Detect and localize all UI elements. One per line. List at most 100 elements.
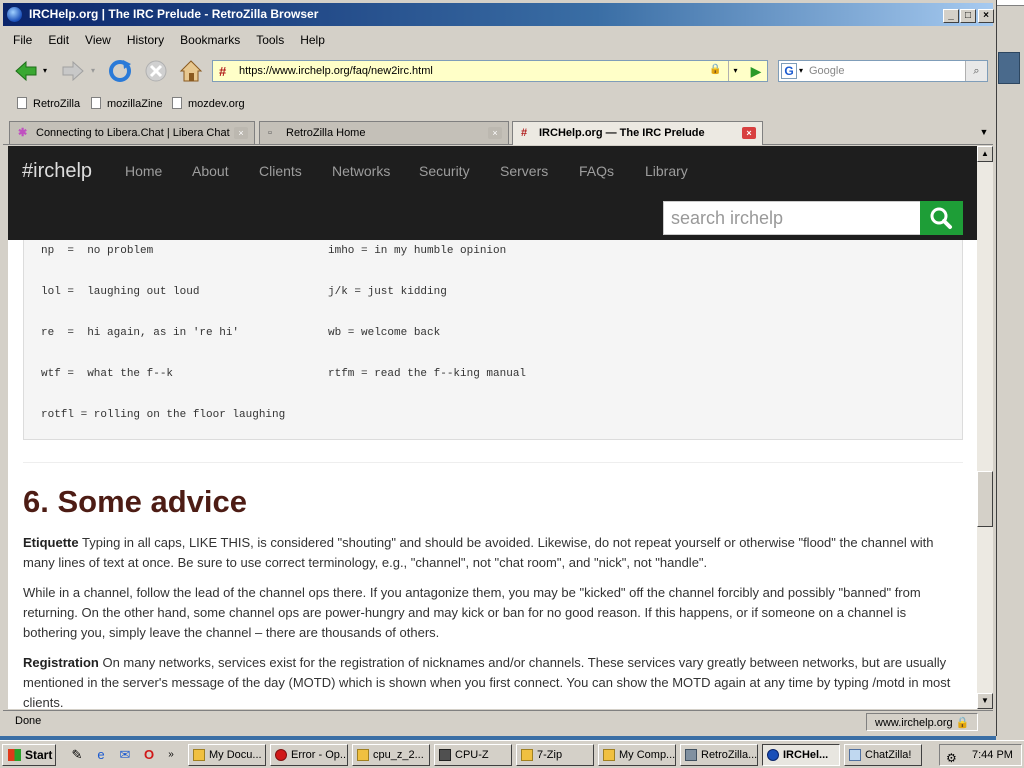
nav-home[interactable]: Home (125, 163, 162, 179)
bookmark-label: mozillaZine (107, 98, 163, 110)
site-search-input[interactable]: search irchelp (663, 201, 921, 235)
folder-icon (193, 749, 205, 761)
tab-close-icon[interactable]: × (234, 127, 248, 139)
tab-favicon: ✱ (18, 127, 28, 139)
taskbar-label: My Docu... (209, 749, 262, 761)
nav-networks[interactable]: Networks (332, 163, 390, 179)
tab-retrozilla-home[interactable]: ▫ RetroZilla Home × (259, 121, 509, 144)
engine-dropdown-icon[interactable]: ▾ (799, 66, 803, 75)
start-button[interactable]: Start (2, 744, 56, 766)
acronym-right: rtfm = read the f--king manual (328, 368, 527, 380)
minimize-button[interactable]: _ (943, 9, 959, 23)
menu-file[interactable]: File (3, 29, 38, 47)
acronym-left: wtf = what the f--k (41, 368, 174, 380)
stop-icon[interactable] (143, 58, 169, 84)
taskbar-item-cpu-z-folder[interactable]: cpu_z_2... (352, 744, 430, 766)
menu-bookmarks[interactable]: Bookmarks (170, 29, 246, 47)
tray-app-icon[interactable]: ⚙ (946, 748, 957, 768)
tab-close-icon[interactable]: × (742, 127, 756, 139)
acronym-left: rotfl = rolling on the floor laughing (41, 409, 286, 421)
search-bar[interactable]: G ▾ Google ⌕ (778, 60, 988, 82)
nav-library[interactable]: Library (645, 163, 688, 179)
taskbar-item-irchelp[interactable]: IRCHel... (762, 744, 840, 766)
status-text: Done (15, 715, 42, 727)
acronym-left: np = no problem (41, 245, 154, 257)
reload-icon[interactable] (107, 58, 133, 84)
home-icon[interactable] (178, 58, 204, 84)
site-search-button[interactable] (920, 201, 963, 235)
url-dropdown-icon[interactable]: ▾ (728, 61, 742, 81)
quicklaunch-more-icon[interactable]: » (162, 746, 180, 764)
bookmark-mozdev[interactable]: mozdev.org (172, 97, 245, 110)
taskbar-item-7zip[interactable]: 7-Zip (516, 744, 594, 766)
bookmark-mozillazine[interactable]: mozillaZine (91, 97, 163, 110)
registration-paragraph: Registration On many networks, services … (23, 653, 963, 709)
taskbar-label: IRCHel... (783, 749, 829, 761)
folder-icon (603, 749, 615, 761)
nav-about[interactable]: About (192, 163, 229, 179)
menu-edit[interactable]: Edit (38, 29, 75, 47)
taskbar-item-cpu-z[interactable]: CPU-Z (434, 744, 512, 766)
site-logo[interactable]: #irchelp (22, 160, 92, 183)
clock[interactable]: 7:44 PM (972, 745, 1013, 765)
menu-tools[interactable]: Tools (246, 29, 290, 47)
forward-dropdown-icon[interactable]: ▾ (91, 66, 95, 75)
folder-icon (357, 749, 369, 761)
vertical-scrollbar[interactable]: ▲ ▼ (977, 146, 993, 709)
page-content: #irchelp Home About Clients Networks Sec… (8, 146, 977, 709)
show-desktop-icon[interactable]: ✎ (68, 746, 86, 764)
etiquette-label: Etiquette (23, 535, 79, 550)
back-arrow-icon[interactable] (13, 58, 39, 84)
tab-close-icon[interactable]: × (488, 127, 502, 139)
magnifier-icon (930, 207, 952, 229)
taskbar-label: 7-Zip (537, 749, 563, 761)
acronym-right: imho = in my humble opinion (328, 245, 507, 257)
menu-view[interactable]: View (75, 29, 117, 47)
site-favicon: # (219, 64, 227, 79)
desktop-edge (996, 0, 1024, 740)
menu-history[interactable]: History (117, 29, 170, 47)
menu-help[interactable]: Help (290, 29, 331, 47)
scroll-thumb[interactable] (977, 471, 993, 527)
search-icon[interactable]: ⌕ (965, 61, 987, 81)
google-engine-icon[interactable]: G (781, 63, 797, 79)
site-search-placeholder: search irchelp (671, 208, 784, 228)
close-button[interactable]: × (978, 9, 994, 23)
tab-list-dropdown-icon[interactable]: ▼ (975, 122, 993, 142)
taskbar-item-my-documents[interactable]: My Docu... (188, 744, 266, 766)
bookmark-label: RetroZilla (33, 98, 81, 110)
nav-servers[interactable]: Servers (500, 163, 548, 179)
taskbar-item-my-computer[interactable]: My Comp... (598, 744, 676, 766)
back-dropdown-icon[interactable]: ▾ (43, 66, 47, 75)
tab-label: RetroZilla Home (286, 127, 366, 139)
scroll-up-icon[interactable]: ▲ (977, 146, 993, 162)
search-placeholder[interactable]: Google (809, 65, 844, 77)
address-bar[interactable]: # https://www.irchelp.org/faq/new2irc.ht… (212, 60, 768, 82)
title-bar[interactable]: IRCHelp.org | The IRC Prelude - RetroZil… (3, 3, 994, 26)
taskbar-item-retrozilla[interactable]: RetroZilla... (680, 744, 758, 766)
bookmarks-toolbar: RetroZilla mozillaZine mozdev.org (3, 93, 993, 115)
tab-libera-chat[interactable]: ✱ Connecting to Libera.Chat | Libera Cha… (9, 121, 255, 144)
cpu-icon (439, 749, 451, 761)
opera-icon[interactable]: O (140, 746, 158, 764)
nav-faqs[interactable]: FAQs (579, 163, 614, 179)
taskbar-item-error-opera[interactable]: Error - Op... (270, 744, 348, 766)
scroll-down-icon[interactable]: ▼ (977, 693, 993, 709)
desktop-icon[interactable] (998, 52, 1020, 84)
bookmark-retrozilla[interactable]: RetroZilla (17, 97, 80, 110)
tab-label: Connecting to Libera.Chat | Libera Chat (36, 127, 230, 139)
taskbar-item-chatzilla[interactable]: ChatZilla! (844, 744, 922, 766)
chatzilla-icon (849, 749, 861, 761)
internet-explorer-icon[interactable]: e (92, 746, 110, 764)
channel-ops-paragraph: While in a channel, follow the lead of t… (23, 585, 921, 640)
outlook-express-icon[interactable]: ✉ (116, 746, 134, 764)
nav-security[interactable]: Security (419, 163, 470, 179)
url-text[interactable]: https://www.irchelp.org/faq/new2irc.html (239, 65, 433, 77)
maximize-button[interactable]: □ (960, 9, 976, 23)
nav-clients[interactable]: Clients (259, 163, 302, 179)
go-arrow-icon[interactable]: ▶ (745, 60, 767, 82)
tab-favicon: ▫ (268, 127, 272, 139)
forward-arrow-icon[interactable] (60, 58, 86, 84)
tab-irchelp[interactable]: # IRCHelp.org — The IRC Prelude × (512, 121, 763, 145)
page-icon (172, 97, 182, 109)
